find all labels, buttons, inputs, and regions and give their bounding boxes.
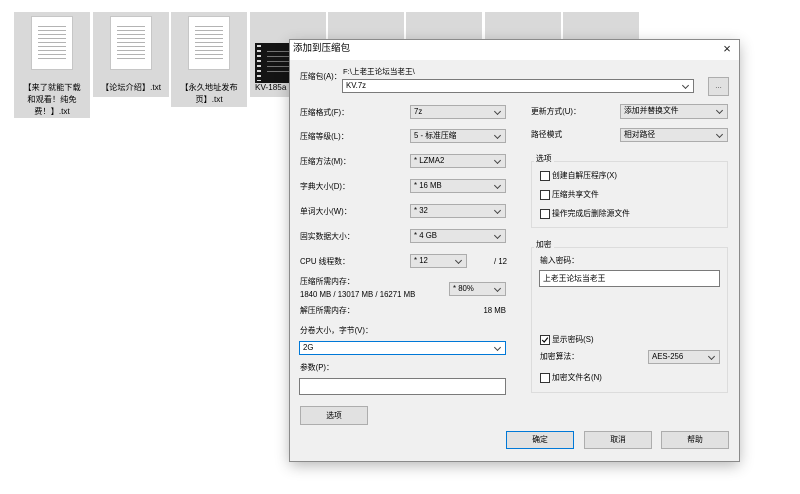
memory-usage-value: * 80% [453,284,474,293]
word-size-label: 单词大小(W)： [300,207,352,216]
update-mode-label: 更新方式(U)： [531,107,581,116]
decompress-memory-label: 解压所需内存： [300,306,355,315]
chevron-down-icon [493,156,502,165]
format-label: 压缩格式(F)： [300,108,349,117]
ok-button[interactable]: 确定 [506,431,574,449]
file-name: 【论坛介绍】.txt [93,82,169,94]
decompress-memory-value: 18 MB [483,306,506,315]
encryption-method-value: AES-256 [652,352,684,361]
password-label: 输入密码： [540,256,579,265]
archive-folder-path: F:\上老王论坛当老王\ [343,67,415,76]
dictionary-select[interactable]: * 16 MB [410,179,506,193]
help-button[interactable]: 帮助 [661,431,729,449]
dictionary-label: 字典大小(D)： [300,182,350,191]
file-name-line: 页】.txt [195,95,223,104]
file-name-line: 【来了就能下载 [23,83,81,92]
close-icon[interactable]: × [720,41,734,57]
word-size-select[interactable]: * 32 [410,204,506,218]
method-select[interactable]: * LZMA2 [410,154,506,168]
file-name-line: 和观看！纯免 [27,95,77,104]
file-name: 【来了就能下载 和观看！纯免 费！】.txt [14,82,90,118]
update-mode-value: 添加并替换文件 [624,106,679,115]
solid-block-label: 固实数据大小： [300,232,355,241]
method-value: * LZMA2 [414,156,445,165]
level-select[interactable]: 5 - 标准压缩 [410,129,506,143]
delete-after-checkbox[interactable] [540,209,550,219]
threads-select[interactable]: * 12 [410,254,467,268]
volume-label: 分卷大小，字节(V)： [300,326,373,335]
show-password-label[interactable]: 显示密码(S) [552,334,594,346]
encryption-method-select[interactable]: AES-256 [648,350,720,364]
format-value: 7z [414,107,423,116]
compress-memory-detail: 1840 MB / 13017 MB / 16271 MB [300,290,416,299]
level-value: 5 - 标准压缩 [414,131,457,140]
encryption-group-title: 加密 [534,239,554,251]
threads-max: / 12 [494,257,508,266]
add-to-archive-dialog: 添加到压缩包 × 压缩包(A)： F:\上老王论坛当老王\ KV.7z ... … [290,40,739,461]
chevron-down-icon [454,256,463,265]
threads-label: CPU 线程数： [300,257,350,266]
format-select[interactable]: 7z [410,105,506,119]
method-label: 压缩方法(M)： [300,157,351,166]
text-file-icon [110,16,152,70]
encrypt-names-label[interactable]: 加密文件名(N) [552,372,602,384]
chevron-down-icon [715,130,724,139]
file-name-line: 【永久地址发布 [180,83,238,92]
chevron-down-icon [493,231,502,240]
archive-name-value: KV.7z [346,81,367,90]
delete-after-label[interactable]: 操作完成后删除源文件 [552,208,630,220]
path-mode-value: 相对路径 [624,130,656,139]
file-name: 【永久地址发布 页】.txt [171,82,247,106]
sfx-checkbox[interactable] [540,171,550,181]
archive-name-combo[interactable]: KV.7z [342,79,694,93]
title-bar[interactable]: 添加到压缩包 × [290,40,739,60]
compress-memory-label: 压缩所需内存： [300,277,355,286]
level-label: 压缩等级(L)： [300,132,349,141]
chevron-down-icon [493,284,502,293]
browse-button[interactable]: ... [708,77,729,96]
chevron-down-icon [681,81,690,90]
shared-files-label[interactable]: 压缩共享文件 [552,189,599,201]
chevron-down-icon [493,206,502,215]
word-size-value: * 32 [414,206,428,215]
solid-block-select[interactable]: * 4 GB [410,229,506,243]
checkmark-icon [541,337,549,343]
options-group-title: 选项 [534,153,554,165]
threads-value: * 12 [414,256,428,265]
chevron-down-icon [493,343,502,352]
chevron-down-icon [707,352,716,361]
encrypt-names-checkbox[interactable] [540,373,550,383]
encryption-method-label: 加密算法： [540,352,579,361]
path-mode-select[interactable]: 相对路径 [620,128,728,142]
chevron-down-icon [493,181,502,190]
text-file-icon [188,16,230,70]
chevron-down-icon [493,107,502,116]
shared-files-checkbox[interactable] [540,190,550,200]
file-name-line: 费！】.txt [34,107,70,116]
params-label: 参数(P)： [300,363,334,372]
archive-label: 压缩包(A)： [300,72,342,81]
update-mode-select[interactable]: 添加并替换文件 [620,104,728,119]
password-input[interactable]: 上老王论坛当老王 [539,270,720,287]
cancel-button[interactable]: 取消 [584,431,652,449]
file-item[interactable]: 【论坛介绍】.txt [93,12,169,97]
volume-size-value: 2G [303,343,314,352]
solid-block-value: * 4 GB [414,231,437,240]
dictionary-value: * 16 MB [414,181,442,190]
sfx-label[interactable]: 创建自解压程序(X) [552,170,617,182]
text-file-icon [31,16,73,70]
file-item[interactable]: 【永久地址发布 页】.txt [171,12,247,107]
chevron-down-icon [715,106,724,115]
volume-size-combo[interactable]: 2G [299,341,506,355]
file-item[interactable]: 【来了就能下载 和观看！纯免 费！】.txt [14,12,90,118]
params-input[interactable] [299,378,506,395]
path-mode-label: 路径模式 [531,130,563,139]
chevron-down-icon [493,131,502,140]
show-password-checkbox[interactable] [540,335,550,345]
dialog-title: 添加到压缩包 [293,43,351,54]
file-name-line: 【论坛介绍】.txt [100,83,162,92]
memory-usage-select[interactable]: * 80% [449,282,506,296]
options-button[interactable]: 选项 [300,406,368,425]
